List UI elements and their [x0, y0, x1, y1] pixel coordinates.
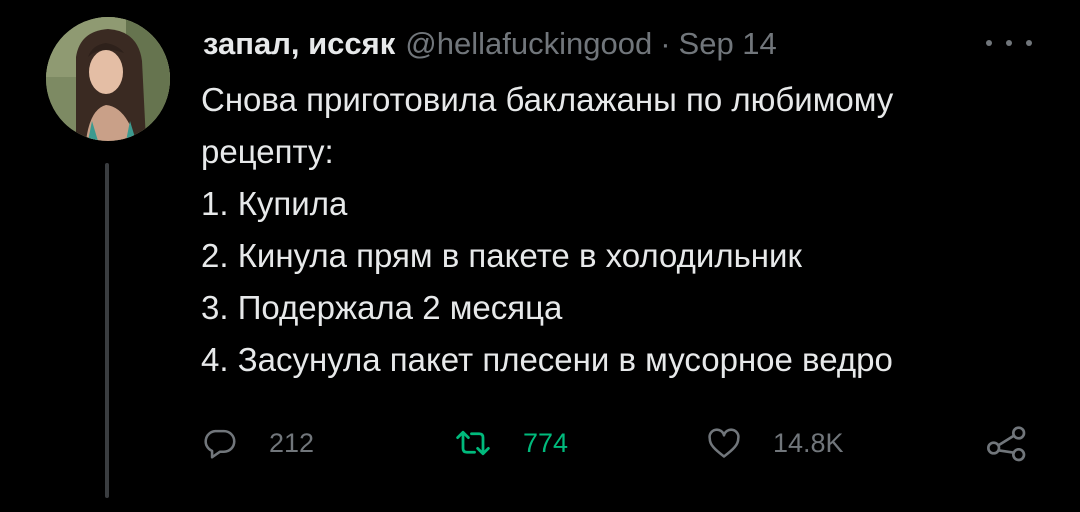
tweet-actions: 212 774 14.8K — [0, 418, 1080, 468]
user-handle[interactable]: @hellafuckingood — [405, 26, 652, 62]
heart-icon — [708, 428, 740, 458]
tweet-text-line: 2. Кинула прям в пакете в холодильник — [201, 237, 802, 274]
more-horizontal-icon — [986, 40, 992, 46]
more-options-button[interactable] — [986, 36, 1032, 50]
tweet-text-line: рецепту: — [201, 133, 334, 170]
share-button[interactable] — [985, 418, 1059, 468]
reply-bubble-icon — [204, 429, 236, 459]
display-name[interactable]: запал, иссяк — [203, 26, 395, 62]
like-button[interactable]: 14.8K — [705, 418, 844, 468]
share-icon — [986, 426, 1026, 462]
tweet-text: Снова приготовила баклажаны по любимому … — [201, 74, 1061, 386]
timestamp[interactable]: Sep 14 — [679, 26, 777, 62]
like-count: 14.8K — [773, 427, 844, 458]
reply-count: 212 — [269, 427, 315, 458]
tweet[interactable]: запал, иссяк @hellafuckingood · Sep 14 С… — [0, 0, 1080, 512]
separator-dot: · — [660, 26, 671, 61]
reply-button[interactable]: 212 — [201, 418, 314, 468]
more-horizontal-icon — [1026, 40, 1032, 46]
tweet-text-line: 3. Подержала 2 месяца — [201, 289, 563, 326]
tweet-text-line: 4. Засунула пакет плесени в мусорное вед… — [201, 341, 893, 378]
tweet-text-line: Снова приготовила баклажаны по любимому — [201, 81, 894, 118]
tweet-text-line: 1. Купила — [201, 185, 348, 222]
more-horizontal-icon — [1006, 40, 1012, 46]
avatar[interactable] — [46, 17, 170, 141]
retweet-arrows-icon — [456, 430, 490, 456]
tweet-header: запал, иссяк @hellafuckingood · Sep 14 — [203, 22, 777, 66]
retweet-button[interactable]: 774 — [453, 418, 568, 468]
retweet-count: 774 — [523, 427, 569, 458]
avatar-photo — [46, 17, 170, 141]
